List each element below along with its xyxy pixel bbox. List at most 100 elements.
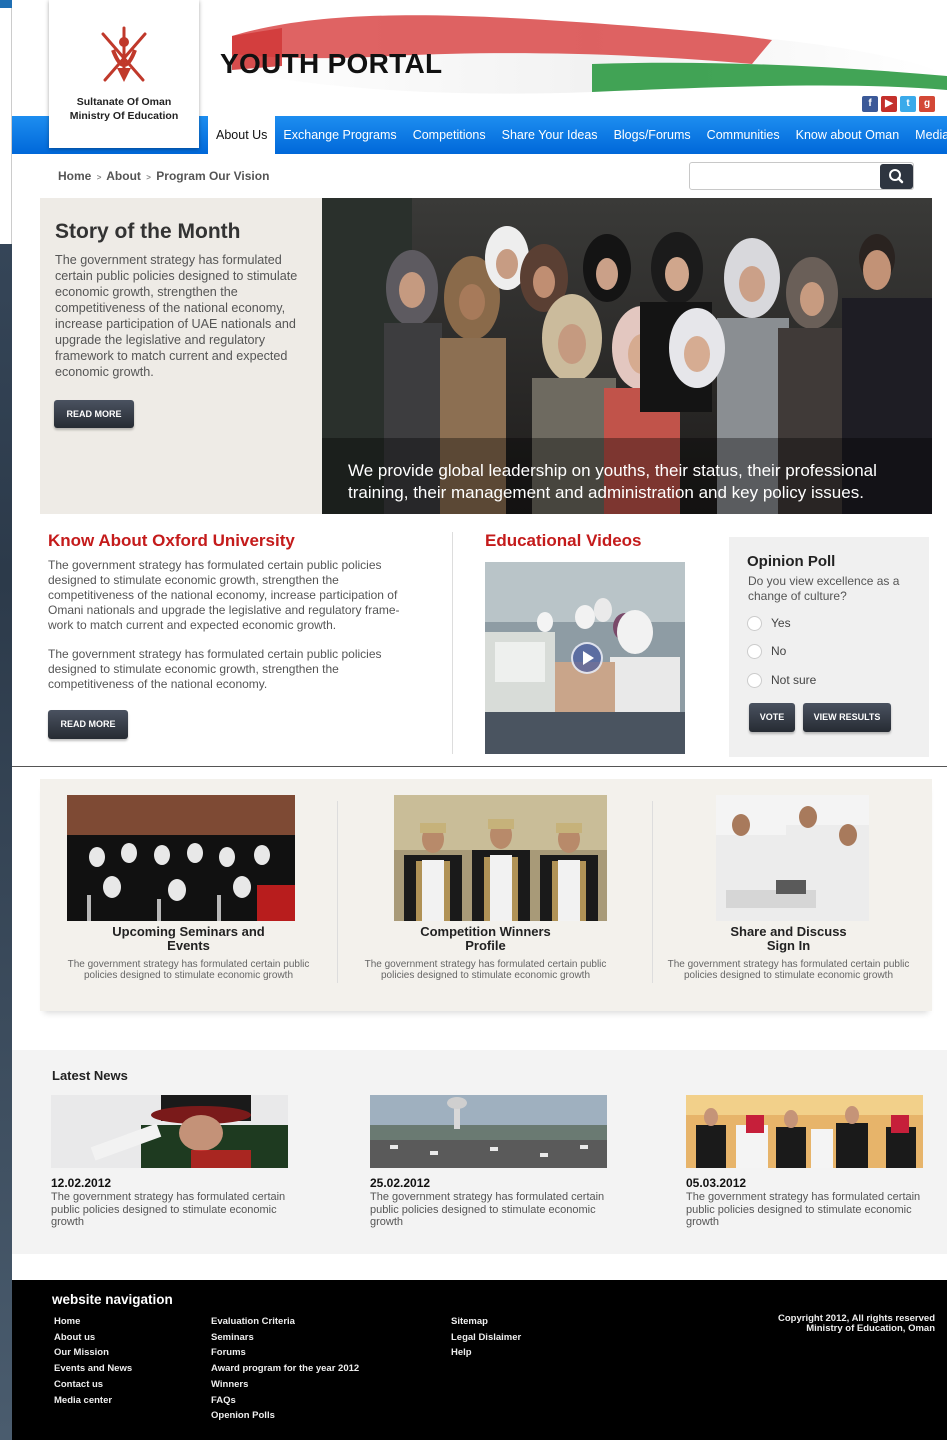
poll-option-yes[interactable]: Yes [747, 614, 791, 632]
logo-line2: Ministry Of Education [69, 110, 179, 122]
poll-option-no[interactable]: No [747, 642, 786, 660]
nav-about-us[interactable]: About Us [208, 116, 276, 154]
search-button[interactable] [880, 164, 913, 189]
breadcrumb-separator-icon: > [146, 173, 151, 182]
footer-link[interactable]: Seminars [211, 1330, 359, 1346]
googleplus-icon[interactable]: g [919, 96, 935, 112]
copyright: Copyright 2012, All rights reserved Mini… [778, 1314, 935, 1334]
opinion-poll: Opinion Poll Do you view excellence as a… [729, 537, 929, 757]
search-input[interactable] [694, 166, 874, 186]
story-photo: We provide global leadership on youths, … [322, 198, 932, 514]
feature-title: Upcoming Seminars and Events [112, 924, 265, 953]
nav-blogs-forums[interactable]: Blogs/Forums [606, 116, 699, 154]
story-read-more-button[interactable]: READ MORE [54, 400, 134, 428]
section-divider [12, 766, 947, 767]
feature-title: Competition Winners Profile [420, 924, 551, 953]
view-results-button[interactable]: VIEW RESULTS [803, 703, 891, 732]
footer-link[interactable]: Our Mission [54, 1345, 132, 1361]
footer-link[interactable]: Award program for the year 2012 [211, 1361, 359, 1377]
search-box [689, 162, 914, 190]
latest-news: Latest News 12.02.2012 The government st… [12, 1050, 947, 1254]
vote-button[interactable]: VOTE [749, 703, 795, 732]
poll-title: Opinion Poll [747, 553, 836, 570]
nav-know-about-oman[interactable]: Know about Oman [788, 116, 908, 154]
breadcrumb-separator-icon: > [96, 173, 102, 182]
nav-competitions[interactable]: Competitions [405, 116, 494, 154]
breadcrumb-home[interactable]: Home [58, 169, 91, 183]
footer-link[interactable]: Media center [54, 1393, 132, 1409]
page: Sultanate Of Oman Ministry Of Education … [12, 0, 947, 1440]
graduation-image [67, 795, 295, 921]
poll-question: Do you view excellence as a change of cu… [748, 574, 900, 603]
features-section: Upcoming Seminars and Events The governm… [40, 779, 932, 1011]
search-icon [889, 169, 904, 184]
footer-link[interactable]: Forums [211, 1345, 359, 1361]
nav-communities[interactable]: Communities [699, 116, 788, 154]
breadcrumb-current: Program Our Vision [156, 169, 270, 183]
footer-link[interactable]: Help [451, 1345, 521, 1361]
story-of-the-month: Story of the Month The government strate… [40, 198, 932, 514]
site-title: YOUTH PORTAL [220, 48, 443, 79]
radio-icon[interactable] [747, 643, 762, 659]
footer-column-1: Home About us Our Mission Events and New… [54, 1314, 132, 1408]
footer-link[interactable]: Contact us [54, 1377, 132, 1393]
news-desc: The government strategy has formulated c… [51, 1191, 286, 1228]
twitter-icon[interactable]: t [900, 96, 916, 112]
ministry-logo[interactable]: Sultanate Of Oman Ministry Of Education [49, 0, 199, 148]
nav-media-center[interactable]: Media Center [907, 116, 947, 154]
news-date: 12.02.2012 [51, 1176, 112, 1190]
oxford-paragraph-2: The government strategy has formulated c… [48, 647, 382, 691]
nav-exchange-programs[interactable]: Exchange Programs [275, 116, 404, 154]
feature-seminars[interactable]: Upcoming Seminars and Events The governm… [40, 779, 337, 1011]
oxford-read-more-button[interactable]: READ MORE [48, 710, 128, 739]
news-image-salute [51, 1095, 288, 1168]
videos-title: Educational Videos [485, 531, 642, 550]
facebook-icon[interactable]: f [862, 96, 878, 112]
nav-share-your-ideas[interactable]: Share Your Ideas [494, 116, 606, 154]
radio-icon[interactable] [747, 672, 762, 688]
news-image-city [370, 1095, 607, 1168]
news-item[interactable]: 12.02.2012 The government strategy has f… [51, 1095, 296, 1229]
students-image [716, 795, 869, 921]
footer-link[interactable]: Home [54, 1314, 132, 1330]
footer-title: website navigation [52, 1292, 173, 1307]
play-icon[interactable] [571, 642, 603, 674]
footer-link[interactable]: Legal Dislaimer [451, 1330, 521, 1346]
breadcrumb-about[interactable]: About [106, 169, 141, 183]
header: Sultanate Of Oman Ministry Of Education … [12, 0, 947, 155]
footer-link[interactable]: Evaluation Criteria [211, 1314, 359, 1330]
column-divider [452, 532, 453, 754]
news-item[interactable]: 25.02.2012 The government strategy has f… [370, 1095, 615, 1229]
news-item[interactable]: 05.03.2012 The government strategy has f… [686, 1095, 931, 1229]
breadcrumb: Home > About > Program Our Vision [58, 169, 269, 183]
youtube-icon[interactable]: ▶ [881, 96, 897, 112]
video-thumbnail[interactable] [485, 562, 685, 754]
feature-competition-winners[interactable]: Competition Winners Profile The governme… [337, 779, 634, 1011]
feature-share-discuss[interactable]: Share and Discuss Sign In The government… [645, 779, 932, 1011]
story-text: The government strategy has formulated c… [55, 253, 298, 379]
news-desc: The government strategy has formulated c… [370, 1191, 605, 1228]
copyright-line2: Ministry of Education, Oman [806, 1323, 935, 1334]
oman-emblem-icon [101, 26, 147, 82]
winners-image [394, 795, 607, 921]
logo-line1: Sultanate Of Oman [76, 96, 172, 108]
story-title: Story of the Month [55, 220, 241, 243]
news-date: 25.02.2012 [370, 1176, 431, 1190]
feature-title: Share and Discuss Sign In [730, 924, 847, 953]
footer-link[interactable]: About us [54, 1330, 132, 1346]
poll-option-not-sure[interactable]: Not sure [747, 671, 816, 689]
footer-link[interactable]: Sitemap [451, 1314, 521, 1330]
oxford-paragraph-1: The government strategy has formulated c… [48, 558, 400, 632]
footer-link[interactable]: Events and News [54, 1361, 132, 1377]
footer-column-2: Evaluation Criteria Seminars Forums Awar… [211, 1314, 359, 1424]
footer-column-3: Sitemap Legal Dislaimer Help [451, 1314, 521, 1361]
footer-link[interactable]: FAQs [211, 1393, 359, 1409]
footer-link[interactable]: Winners [211, 1377, 359, 1393]
footer-link[interactable]: Openion Polls [211, 1408, 359, 1424]
feature-desc: The government strategy has formulated c… [667, 959, 910, 981]
oxford-text: The government strategy has formulated c… [48, 558, 423, 706]
feature-desc: The government strategy has formulated c… [67, 959, 310, 981]
news-image-group [686, 1095, 923, 1168]
news-title: Latest News [52, 1068, 128, 1083]
radio-icon[interactable] [747, 615, 762, 631]
